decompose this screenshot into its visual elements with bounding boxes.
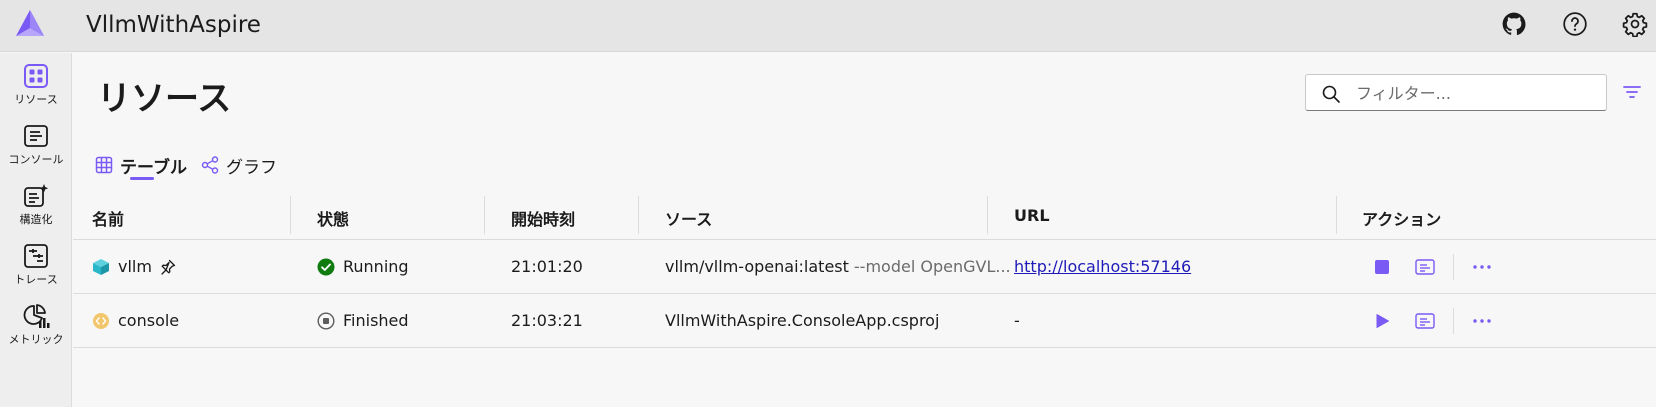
state-text: Running xyxy=(343,257,409,276)
column-divider[interactable] xyxy=(484,196,485,234)
console-logs-button[interactable] xyxy=(1413,309,1437,333)
column-header-url[interactable]: URL xyxy=(1014,206,1050,225)
finished-stop-icon xyxy=(317,311,335,330)
github-icon[interactable] xyxy=(1500,10,1528,38)
tab-graph[interactable]: グラフ xyxy=(201,147,277,183)
aspire-logo-icon[interactable] xyxy=(14,8,46,40)
settings-icon[interactable] xyxy=(1621,10,1649,38)
endpoint-link[interactable]: http://localhost:57146 xyxy=(1014,257,1191,276)
sidebar-item-label: 構造化 xyxy=(19,213,53,226)
project-icon xyxy=(93,312,109,329)
ellipsis-icon xyxy=(1473,319,1491,323)
sidebar-item-resources[interactable]: リソース xyxy=(0,58,72,116)
table-icon xyxy=(95,156,113,174)
pin-icon[interactable] xyxy=(160,259,176,275)
source-args: --model OpenGVL... xyxy=(853,257,1011,276)
sidebar-nav: リソース コンソール 構造化 トレース メトリック xyxy=(0,53,72,407)
start-icon xyxy=(1376,314,1389,328)
sidebar-item-traces[interactable]: トレース xyxy=(0,238,72,296)
resource-name[interactable]: console xyxy=(118,311,179,330)
more-actions-button[interactable] xyxy=(1470,309,1494,333)
table-header: 名前 状態 開始時刻 ソース URL アクション xyxy=(73,191,1656,240)
state-cell: Finished xyxy=(317,311,409,330)
console-icon xyxy=(24,125,48,147)
sidebar-item-metrics[interactable]: メトリック xyxy=(0,298,72,356)
resource-name-cell: console xyxy=(92,311,179,330)
structured-logs-icon xyxy=(24,184,49,207)
table-row[interactable]: vllm Running 21:01:20 vllm/vllm-openai:l… xyxy=(73,240,1656,294)
resource-name[interactable]: vllm xyxy=(118,257,152,276)
column-header-actions: アクション xyxy=(1362,210,1442,229)
column-header-name[interactable]: 名前 xyxy=(92,206,124,230)
filter-lines-icon xyxy=(1623,86,1641,98)
filter-box[interactable] xyxy=(1305,74,1607,111)
stop-icon xyxy=(1375,260,1389,274)
url-cell: - xyxy=(1014,311,1020,330)
sidebar-item-label: リソース xyxy=(14,93,58,106)
console-logs-button[interactable] xyxy=(1413,255,1437,279)
source-project: VllmWithAspire.ConsoleApp.csproj xyxy=(665,311,940,330)
tab-label: グラフ xyxy=(226,157,277,178)
ellipsis-icon xyxy=(1473,265,1491,269)
console-logs-icon xyxy=(1415,313,1435,329)
stop-button[interactable] xyxy=(1370,255,1394,279)
state-text: Finished xyxy=(343,311,409,330)
start-time-cell: 21:03:21 xyxy=(511,311,583,330)
table-row[interactable]: console Finished 21:03:21 VllmWithAspire… xyxy=(73,294,1656,348)
graph-icon xyxy=(201,156,219,174)
help-icon[interactable] xyxy=(1561,10,1589,38)
console-logs-icon xyxy=(1415,259,1435,275)
traces-icon xyxy=(24,244,48,268)
resources-grid-icon xyxy=(24,64,48,88)
tab-label: テーブル xyxy=(120,157,187,178)
column-header-source[interactable]: ソース xyxy=(665,206,712,230)
sidebar-item-structured[interactable]: 構造化 xyxy=(0,178,72,236)
app-title[interactable]: VllmWithAspire xyxy=(86,12,261,38)
column-divider[interactable] xyxy=(987,196,988,234)
sidebar-item-console[interactable]: コンソール xyxy=(0,118,72,176)
source-cell: vllm/vllm-openai:latest --model OpenGVL.… xyxy=(665,257,1011,276)
tab-active-indicator xyxy=(130,177,154,180)
filter-options-button[interactable] xyxy=(1619,79,1645,105)
column-header-state[interactable]: 状態 xyxy=(317,206,349,230)
column-header-start-time[interactable]: 開始時刻 xyxy=(511,206,575,230)
app-header: VllmWithAspire xyxy=(0,0,1656,52)
running-check-icon xyxy=(317,258,335,275)
search-icon xyxy=(1322,85,1340,103)
more-actions-button[interactable] xyxy=(1470,255,1494,279)
sidebar-item-label: メトリック xyxy=(8,333,64,346)
source-cell: VllmWithAspire.ConsoleApp.csproj xyxy=(665,311,939,330)
start-button[interactable] xyxy=(1370,309,1394,333)
column-divider[interactable] xyxy=(638,196,639,234)
column-divider[interactable] xyxy=(290,196,291,234)
url-cell: http://localhost:57146 xyxy=(1014,257,1191,276)
start-time-cell: 21:01:20 xyxy=(511,257,583,276)
action-divider xyxy=(1453,308,1454,334)
column-divider[interactable] xyxy=(1336,196,1337,234)
metrics-icon xyxy=(23,304,50,328)
sidebar-item-label: コンソール xyxy=(8,153,64,166)
resource-name-cell: vllm xyxy=(92,257,176,276)
main-content: リソース テーブル グラフ xyxy=(73,53,1656,407)
action-divider xyxy=(1453,254,1454,280)
resources-table: 名前 状態 開始時刻 ソース URL アクション vllm Running 21… xyxy=(73,191,1656,348)
state-cell: Running xyxy=(317,257,409,276)
filter-input[interactable] xyxy=(1356,81,1596,105)
page-title: リソース xyxy=(97,79,232,119)
sidebar-item-label: トレース xyxy=(14,273,58,286)
container-cube-icon xyxy=(93,258,109,275)
source-image: vllm/vllm-openai:latest xyxy=(665,257,849,276)
